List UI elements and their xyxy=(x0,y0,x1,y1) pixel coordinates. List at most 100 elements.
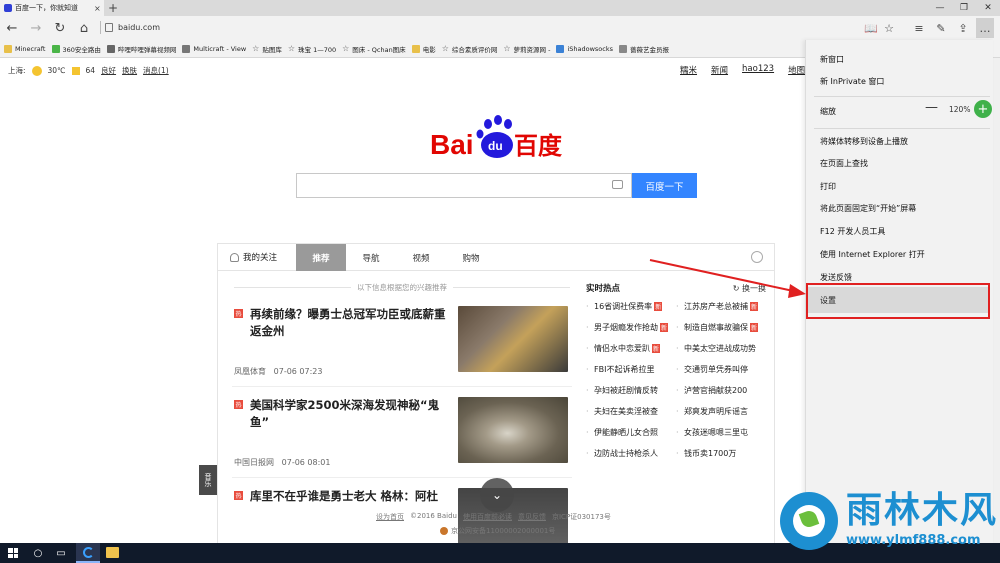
favorite-item[interactable]: 360安全路由 xyxy=(51,44,101,54)
more-icon[interactable]: … xyxy=(976,18,994,38)
music-tab[interactable]: 音乐 xyxy=(199,465,217,495)
menu-new-window[interactable]: 新窗口 xyxy=(820,54,844,65)
menu-new-inprivate[interactable]: 新 InPrivate 窗口 xyxy=(820,76,884,87)
top-link-nuomi[interactable]: 糯米 xyxy=(680,64,697,76)
favorite-item[interactable]: 电影 xyxy=(411,44,436,54)
bullet-icon: · xyxy=(586,302,589,311)
favorite-star-icon[interactable]: ☆ xyxy=(880,18,898,38)
file-explorer-icon[interactable] xyxy=(106,547,119,558)
top-link-hao123[interactable]: hao123 xyxy=(742,64,774,76)
favorite-item[interactable]: ☆ 综合素质评价网 xyxy=(442,44,498,54)
news-title[interactable]: 美国科学家2500米深海发现神秘“鬼鱼” xyxy=(250,397,450,431)
new-tab-button[interactable]: + xyxy=(108,1,118,15)
menu-print[interactable]: 打印 xyxy=(820,181,836,192)
watermark-url: www.ylmf888.com xyxy=(846,533,981,548)
favorite-item[interactable]: ☆ 贴图库 xyxy=(252,44,282,54)
bullet-icon: · xyxy=(676,323,679,332)
menu-find-on-page[interactable]: 在页面上查找 xyxy=(820,158,868,169)
search-button[interactable]: 百度一下 xyxy=(632,173,697,198)
hot-item[interactable]: · 夫妇在美卖淫被查 xyxy=(586,406,676,417)
tab-navigation[interactable]: 导航 xyxy=(346,244,396,271)
bullet-icon: · xyxy=(676,407,679,416)
favorite-item[interactable]: Multicraft - View xyxy=(182,44,246,53)
police-text: 京公网安备11000002000001号 xyxy=(451,527,556,535)
search-input[interactable] xyxy=(296,173,632,198)
address-bar[interactable]: baidu.com xyxy=(100,19,860,36)
hot-item[interactable]: · 钱币卖1700万 xyxy=(676,448,766,459)
menu-send-feedback[interactable]: 发送反馈 xyxy=(820,272,852,283)
hot-item[interactable]: · 男子烟瘾发作抢劫新 xyxy=(586,322,676,333)
windows-start-icon[interactable] xyxy=(8,548,18,558)
hot-item[interactable]: · 郑爽发声明斥谣言 xyxy=(676,406,766,417)
minimize-button[interactable]: — xyxy=(928,0,952,16)
menu-divider xyxy=(814,128,990,129)
favorite-item[interactable]: 哔哩哔哩弹幕视频网 xyxy=(106,44,176,54)
favorite-item[interactable]: 蔷薇艺金员报 xyxy=(619,44,669,54)
menu-pin-to-start[interactable]: 将此页面固定到“开始”屏幕 xyxy=(820,203,916,214)
favorite-icon xyxy=(411,44,420,53)
edge-taskbar-icon[interactable] xyxy=(76,543,100,563)
news-title[interactable]: 库里不在乎谁是勇士老大 格林：阿杜 xyxy=(250,488,450,505)
new-badge: 新 xyxy=(750,323,759,332)
hot-item[interactable]: · 女孩迷嗯嗯三里屯 xyxy=(676,427,766,438)
cortana-icon[interactable]: ○ xyxy=(30,545,46,561)
feedback-link[interactable]: 意见反馈 xyxy=(518,512,546,522)
set-home-link[interactable]: 设为首页 xyxy=(376,512,404,522)
menu-f12-tools[interactable]: F12 开发人员工具 xyxy=(820,226,885,237)
restore-button[interactable]: ❐ xyxy=(952,0,976,16)
reading-view-icon[interactable]: 📖 xyxy=(862,18,880,38)
favorite-item[interactable]: ☆ 图床 - Qchan图床 xyxy=(342,44,406,54)
web-note-icon[interactable]: ✎ xyxy=(932,18,950,38)
hot-item[interactable]: · 伊能静晒儿女合照 xyxy=(586,427,676,438)
skin-link[interactable]: 换肤 xyxy=(122,65,137,76)
hot-item[interactable]: · 边防战士持枪杀人 xyxy=(586,448,676,459)
zoom-in-button[interactable]: + xyxy=(974,100,992,118)
top-link-map[interactable]: 地图 xyxy=(788,64,805,76)
favorite-label: 蔷薇艺金员报 xyxy=(630,45,669,54)
terms-link[interactable]: 使用百度前必读 xyxy=(463,512,512,522)
refresh-icon[interactable]: ↻ xyxy=(50,18,70,38)
favorite-label: 贴图库 xyxy=(262,45,282,54)
page-scrollbar[interactable] xyxy=(993,58,1000,543)
favorite-item[interactable]: iShadowsocks xyxy=(556,44,613,53)
hot-item[interactable]: · 交通罚单凭券叫停 xyxy=(676,364,766,375)
tab-recommend[interactable]: 推荐 xyxy=(296,244,346,271)
favorite-item[interactable]: ☆ 萝莉资源网 - xyxy=(503,44,550,54)
news-image[interactable] xyxy=(458,306,568,372)
forward-icon[interactable]: → xyxy=(26,18,46,38)
hot-item[interactable]: · FBI不起诉希拉里 xyxy=(586,364,676,375)
zoom-out-button[interactable]: — xyxy=(925,100,938,115)
scroll-down-icon[interactable]: ⌄ xyxy=(480,478,514,512)
hot-item[interactable]: · 孕妇被赶剧情反转 xyxy=(586,385,676,396)
bullet-icon: · xyxy=(676,365,679,374)
share-icon[interactable]: ⇪ xyxy=(954,18,972,38)
favorite-item[interactable]: Minecraft xyxy=(4,44,46,53)
aqi-level-link[interactable]: 良好 xyxy=(101,65,116,76)
hot-item[interactable]: · 情侣水中恋爱趴新 xyxy=(586,343,676,354)
hot-item[interactable]: · 中美太空进战成功势 xyxy=(676,343,766,354)
url-text[interactable]: baidu.com xyxy=(118,23,160,32)
close-window-button[interactable]: ✕ xyxy=(976,0,1000,16)
tab-video[interactable]: 视频 xyxy=(396,244,446,271)
top-link-news[interactable]: 新闻 xyxy=(711,64,728,76)
camera-icon[interactable] xyxy=(612,180,623,189)
tab-shopping[interactable]: 购物 xyxy=(446,244,496,271)
task-view-icon[interactable]: ▭ xyxy=(53,545,69,561)
browser-tab[interactable]: 百度一下，你就知道 × xyxy=(0,0,104,16)
menu-open-with-ie[interactable]: 使用 Internet Explorer 打开 xyxy=(820,249,925,260)
back-icon[interactable]: ← xyxy=(2,18,22,38)
tab-close-icon[interactable]: × xyxy=(94,4,101,13)
messages-link[interactable]: 消息(1) xyxy=(143,65,169,76)
hot-item-text: 男子烟瘾发作抢劫 xyxy=(594,323,658,332)
hub-icon[interactable]: ≡ xyxy=(910,18,928,38)
weather-info: 上海: 30℃ 64 良好 换肤 消息(1) xyxy=(8,65,169,76)
police-badge-icon xyxy=(440,527,448,535)
news-image[interactable] xyxy=(458,397,568,463)
home-icon[interactable]: ⌂ xyxy=(74,18,94,38)
hot-item[interactable]: · 泸营官捐献获200 xyxy=(676,385,766,396)
hot-item[interactable]: · 制造自燃事故骗保新 xyxy=(676,322,766,333)
menu-cast-media[interactable]: 将媒体转移到设备上播放 xyxy=(820,136,908,147)
news-title[interactable]: 再续前缘？曝勇士总冠军功臣或底薪重返金州 xyxy=(250,306,450,340)
favorite-item[interactable]: ☆ 珠宝 1—700 xyxy=(288,44,336,54)
my-follow-tab[interactable]: 我的关注 xyxy=(230,251,277,263)
